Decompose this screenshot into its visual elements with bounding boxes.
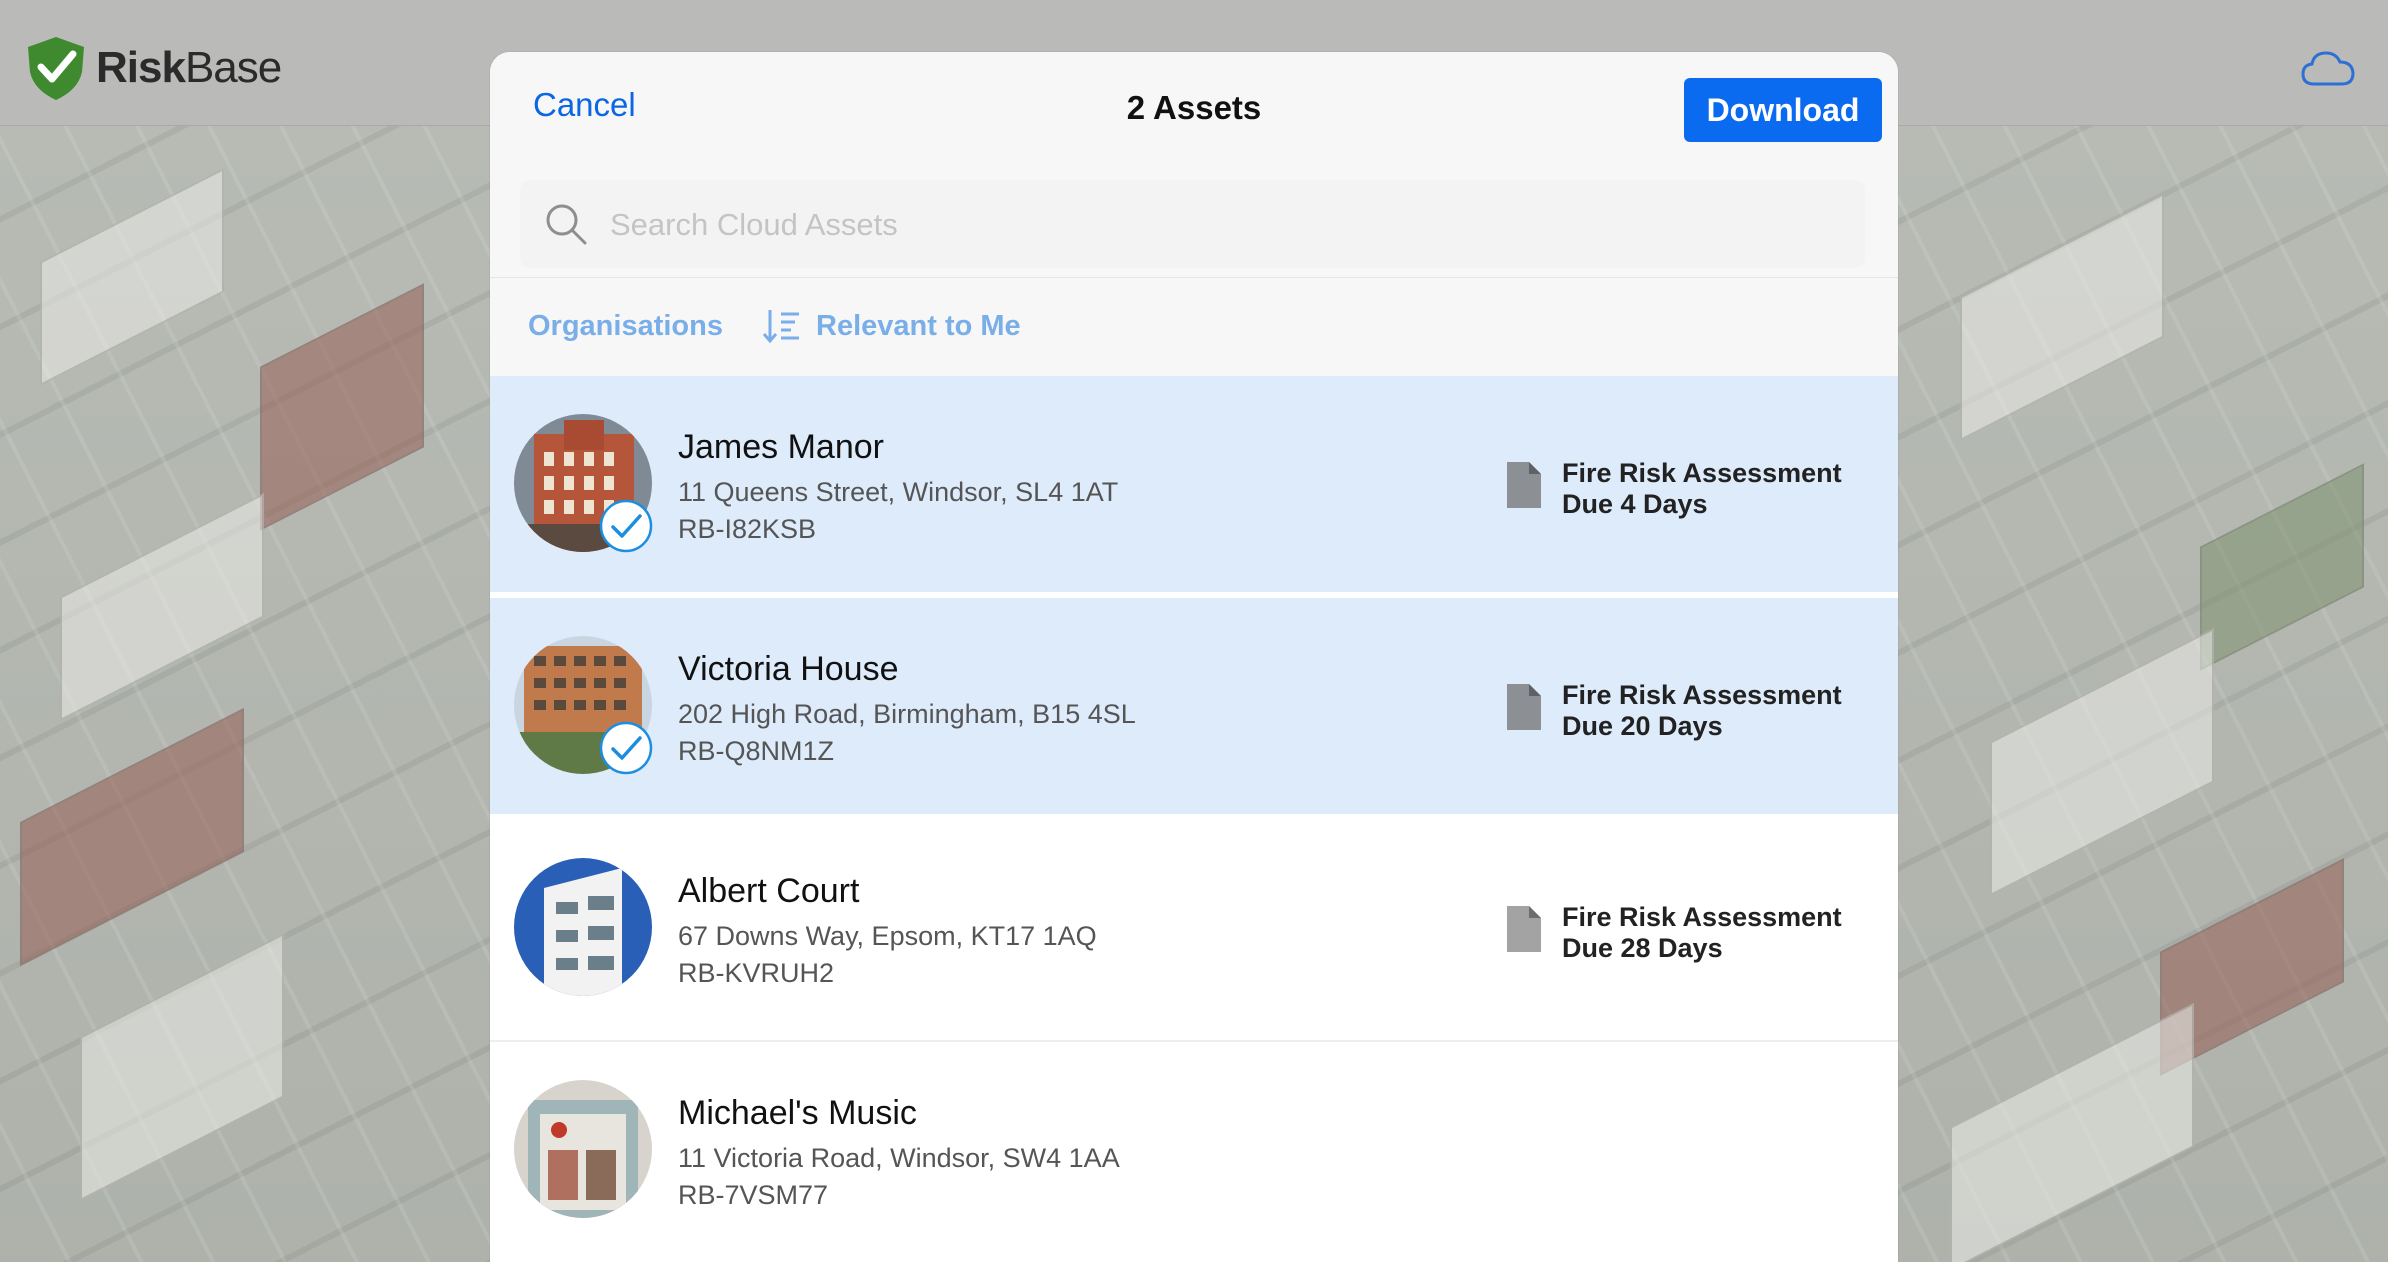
assessment-type: Fire Risk Assessment	[1562, 458, 1842, 488]
asset-name: Albert Court	[678, 872, 860, 910]
asset-row[interactable]: Michael's Music 11 Victoria Road, Windso…	[490, 1042, 1898, 1262]
download-assets-modal: Cancel 2 Assets Download Organisations R…	[490, 52, 1898, 1262]
asset-name: James Manor	[678, 428, 884, 466]
organisations-filter[interactable]: Organisations	[528, 310, 723, 343]
search-input[interactable]	[608, 180, 1842, 270]
logo-text: RiskBase	[96, 43, 282, 92]
checkmark-circle-icon	[599, 721, 653, 775]
asset-address: 67 Downs Way, Epsom, KT17 1AQ	[678, 921, 1097, 951]
map-building	[80, 933, 284, 1201]
assessment-info: Fire Risk Assessment Due 20 Days	[1562, 680, 1842, 742]
assessment-type: Fire Risk Assessment	[1562, 680, 1842, 710]
assessment-type: Fire Risk Assessment	[1562, 902, 1842, 932]
map-building	[2200, 463, 2364, 671]
map-building	[40, 168, 224, 386]
search-field[interactable]	[520, 180, 1865, 270]
asset-address: 11 Queens Street, Windsor, SL4 1AT	[678, 477, 1119, 507]
map-building	[1960, 193, 2164, 441]
shield-check-icon	[28, 37, 84, 100]
assessment-info: Fire Risk Assessment Due 28 Days	[1562, 902, 1842, 964]
document-icon	[1507, 684, 1541, 730]
asset-reference: RB-KVRUH2	[678, 958, 835, 988]
asset-row[interactable]: Victoria House 202 High Road, Birmingham…	[490, 598, 1898, 820]
map-building	[260, 283, 424, 531]
modal-header: Cancel 2 Assets Download	[490, 52, 1898, 277]
assessment-due: Due 4 Days	[1562, 489, 1708, 519]
document-icon	[1507, 462, 1541, 508]
asset-reference: RB-I82KSB	[678, 514, 817, 544]
sort-relevant-button[interactable]: Relevant to Me	[762, 306, 1021, 346]
assessment-due: Due 28 Days	[1562, 933, 1723, 963]
riskbase-logo: RiskBase	[22, 34, 282, 102]
map-building	[1950, 1002, 2194, 1262]
filter-bar: Organisations Relevant to Me	[490, 277, 1898, 377]
checkmark-circle-icon	[599, 499, 653, 553]
map-building	[20, 707, 244, 967]
map-building	[60, 493, 264, 721]
asset-reference: RB-7VSM77	[678, 1180, 829, 1210]
download-button[interactable]: Download	[1684, 78, 1882, 142]
asset-photo	[514, 1080, 652, 1218]
asset-photo	[514, 858, 652, 996]
asset-name: Victoria House	[678, 650, 899, 688]
asset-address: 11 Victoria Road, Windsor, SW4 1AA	[678, 1143, 1120, 1173]
search-icon	[546, 204, 587, 245]
asset-list: James Manor 11 Queens Street, Windsor, S…	[490, 376, 1898, 1262]
map-building	[1990, 627, 2214, 897]
assessment-info: Fire Risk Assessment Due 4 Days	[1562, 458, 1842, 520]
asset-address: 202 High Road, Birmingham, B15 4SL	[678, 699, 1136, 729]
assessment-due: Due 20 Days	[1562, 711, 1723, 741]
asset-name: Michael's Music	[678, 1094, 917, 1132]
asset-row[interactable]: Albert Court 67 Downs Way, Epsom, KT17 1…	[490, 820, 1898, 1042]
asset-row[interactable]: James Manor 11 Queens Street, Windsor, S…	[490, 376, 1898, 598]
sort-label: Relevant to Me	[816, 309, 1021, 342]
cloud-icon[interactable]	[2300, 48, 2356, 88]
asset-reference: RB-Q8NM1Z	[678, 736, 835, 766]
sort-descending-icon	[762, 310, 799, 344]
document-icon	[1507, 906, 1541, 952]
